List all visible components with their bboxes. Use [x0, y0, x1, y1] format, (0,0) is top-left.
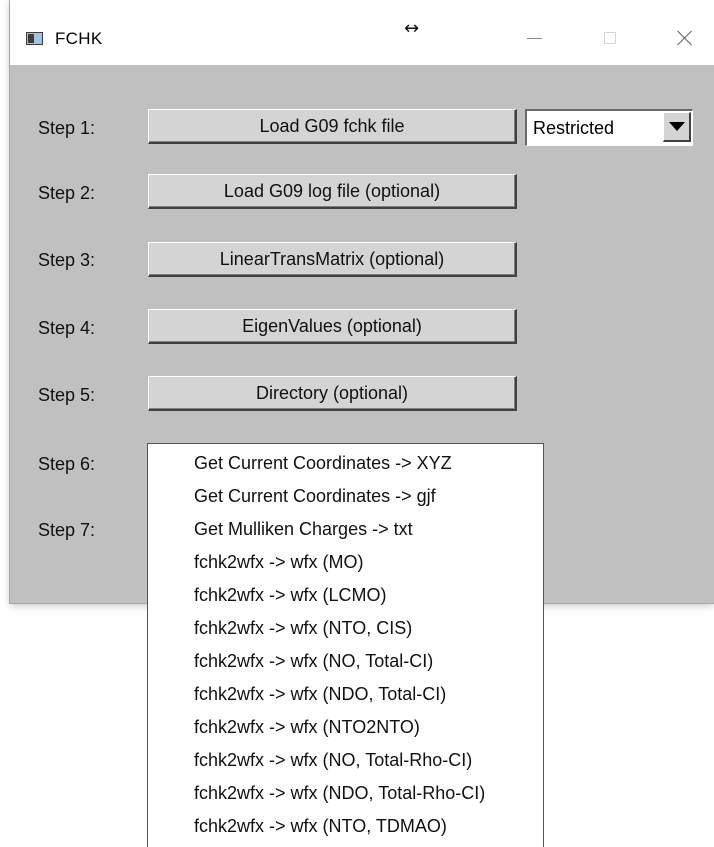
dropdown-option[interactable]: fchk2wfx -> wfx (LCMO)	[188, 579, 543, 612]
step-5-label: Step 5:	[38, 385, 96, 405]
step-4-label: Step 4:	[38, 318, 96, 338]
dropdown-option[interactable]: fchk2wfx -> wfx (NO, Total-CI)	[188, 645, 543, 678]
maximize-button	[587, 20, 633, 56]
eigenvalues-button[interactable]: EigenValues (optional)	[148, 309, 517, 344]
step-6-label: Step 6:	[38, 454, 96, 474]
load-log-button[interactable]: Load G09 log file (optional)	[148, 174, 517, 209]
maximize-icon	[604, 32, 616, 44]
title-bar[interactable]: FCHK ↔	[10, 0, 714, 65]
dropdown-option[interactable]: fchk2wfx -> wfx (NTO2NTO)	[188, 711, 543, 744]
window-title: FCHK	[55, 29, 103, 48]
operation-dropdown-list[interactable]: Get Current Coordinates -> XYZ Get Curre…	[147, 443, 544, 847]
directory-button[interactable]: Directory (optional)	[148, 376, 517, 411]
close-button[interactable]	[662, 20, 708, 56]
dropdown-option[interactable]: fchk2wfx -> wfx (NTO, TDMAO)	[188, 810, 543, 843]
step-1-label: Step 1:	[38, 118, 96, 138]
dropdown-arrow-icon[interactable]	[663, 112, 691, 142]
step-2-label: Step 2:	[38, 183, 96, 203]
dropdown-option[interactable]: Get Current Coordinates -> XYZ	[188, 447, 543, 480]
spin-type-select[interactable]: Restricted	[525, 109, 693, 146]
linear-trans-matrix-button[interactable]: LinearTransMatrix (optional)	[148, 242, 517, 277]
step-3-label: Step 3:	[38, 250, 96, 270]
minimize-button[interactable]	[511, 20, 557, 56]
load-fchk-button[interactable]: Load G09 fchk file	[148, 109, 517, 144]
dropdown-option[interactable]: Get Mulliken Charges -> txt	[188, 513, 543, 546]
app-icon	[26, 32, 43, 45]
resize-cursor-icon: ↔	[404, 18, 420, 39]
close-icon	[677, 30, 693, 46]
dropdown-option[interactable]: fchk2wfx -> wfx (NTO, CIS)	[188, 612, 543, 645]
step-7-label: Step 7:	[38, 520, 96, 540]
dropdown-option[interactable]: fchk2wfx -> wfx (NDO, Total-CI)	[188, 678, 543, 711]
dropdown-option[interactable]: fchk2wfx -> wfx (NDO, Total-Rho-CI)	[188, 777, 543, 810]
dropdown-option[interactable]: fchk2wfx -> wfx (NO, Total-Rho-CI)	[188, 744, 543, 777]
dropdown-option[interactable]: fchk2wfx -> wfx (MO)	[188, 546, 543, 579]
minimize-icon	[526, 37, 542, 39]
dropdown-option[interactable]: Get Current Coordinates -> gjf	[188, 480, 543, 513]
spin-type-value: Restricted	[533, 118, 615, 138]
